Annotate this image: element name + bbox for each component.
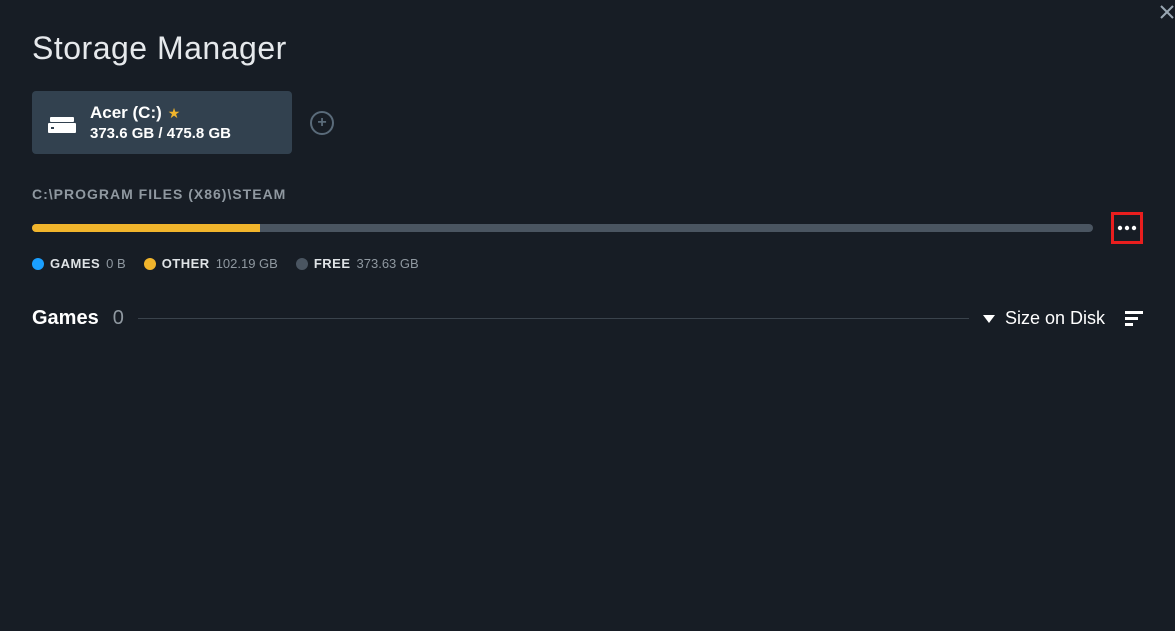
add-drive-button[interactable]: + bbox=[310, 111, 334, 135]
games-header: Games 0 Size on Disk bbox=[32, 307, 1143, 330]
usage-legend: GAMES 0 B OTHER 102.19 GB FREE 373.63 GB bbox=[32, 256, 1143, 271]
sort-label: Size on Disk bbox=[1005, 308, 1105, 329]
page-title: Storage Manager bbox=[32, 30, 1143, 67]
ellipsis-icon bbox=[1117, 225, 1137, 231]
drive-size: 373.6 GB / 475.8 GB bbox=[90, 125, 231, 142]
drive-icon bbox=[48, 113, 76, 133]
caret-down-icon bbox=[983, 315, 995, 323]
legend-other: OTHER 102.19 GB bbox=[144, 256, 278, 271]
dot-icon bbox=[296, 258, 308, 270]
games-count: 0 bbox=[113, 307, 124, 330]
storage-manager-panel: Storage Manager Acer (C:) ★ 373.6 GB / 4… bbox=[0, 0, 1175, 330]
dot-icon bbox=[32, 258, 44, 270]
close-button[interactable] bbox=[1159, 2, 1175, 22]
legend-free: FREE 373.63 GB bbox=[296, 256, 419, 271]
usage-bar-other bbox=[32, 224, 260, 232]
drive-row: Acer (C:) ★ 373.6 GB / 475.8 GB + bbox=[32, 91, 1143, 154]
usage-bar-row bbox=[32, 212, 1143, 244]
games-heading: Games bbox=[32, 307, 99, 330]
star-icon: ★ bbox=[168, 105, 181, 122]
divider bbox=[138, 318, 969, 319]
drive-name: Acer (C:) bbox=[90, 103, 162, 123]
legend-games: GAMES 0 B bbox=[32, 256, 126, 271]
more-options-button[interactable] bbox=[1111, 212, 1143, 244]
sort-direction-button[interactable] bbox=[1125, 311, 1143, 326]
usage-bar bbox=[32, 224, 1093, 232]
install-path: C:\PROGRAM FILES (X86)\STEAM bbox=[32, 186, 1143, 202]
drive-info: Acer (C:) ★ 373.6 GB / 475.8 GB bbox=[90, 103, 231, 142]
sort-dropdown[interactable]: Size on Disk bbox=[983, 308, 1105, 329]
drive-card[interactable]: Acer (C:) ★ 373.6 GB / 475.8 GB bbox=[32, 91, 292, 154]
dot-icon bbox=[144, 258, 156, 270]
